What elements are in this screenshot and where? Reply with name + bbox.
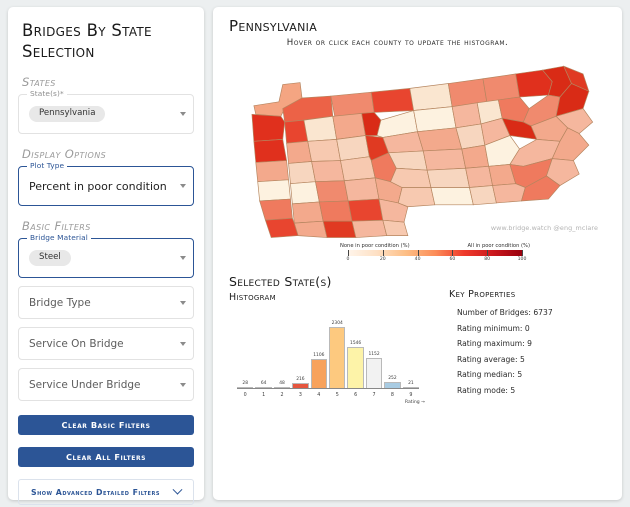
plot-type-value: Percent in poor condition: [29, 179, 167, 193]
histogram-x-tick: 6: [354, 393, 358, 398]
histogram-bar-slot[interactable]: 1546: [347, 341, 364, 389]
chevron-down-icon[interactable]: [180, 300, 186, 305]
histogram-x-axis-title: Rating →: [404, 400, 425, 405]
histogram-heading: Histogram: [229, 292, 276, 303]
app-title: Bridges By State Selection: [22, 21, 152, 62]
key-properties-column: Key Properties Number of Bridges: 6737 Ra…: [427, 274, 610, 401]
histogram-bar-value: 1546: [350, 341, 362, 347]
show-advanced-filters-label: Show Advanced Detailed Filters: [31, 487, 160, 497]
histogram-x-axis: [237, 388, 419, 389]
service-under-bridge-placeholder: Service Under Bridge: [29, 378, 141, 391]
histogram-bar[interactable]: [365, 358, 383, 389]
lower-section: Selected State(s) Histogram 28 64 48 216 110…: [225, 274, 610, 405]
chevron-down-icon[interactable]: [180, 184, 186, 189]
histogram-bar[interactable]: [329, 327, 346, 389]
colorbar-tick: 80: [484, 257, 491, 262]
plot-type-select[interactable]: Plot Type Percent in poor condition: [18, 161, 194, 207]
pennsylvania-map-svg[interactable]: [225, 50, 610, 248]
main-panel: Pennsylvania Hover or click each county …: [213, 7, 622, 500]
colorbar-left-label: None in poor condition (%): [340, 243, 410, 249]
key-property-row: Rating minimum: 0: [457, 323, 530, 333]
histogram-bar-slot[interactable]: 1152: [365, 352, 383, 389]
chip-steel[interactable]: Steel: [29, 250, 71, 267]
histogram-column: Selected State(s) Histogram 28 64 48 216 110…: [229, 274, 427, 405]
clear-basic-filters-button[interactable]: Clear Basic Filters: [18, 415, 194, 436]
histogram-x-tick: 7: [372, 393, 376, 398]
histogram-bar-slot[interactable]: 2304: [329, 321, 346, 389]
section-label-states: States: [22, 75, 56, 90]
key-property-row: Rating median: 5: [457, 370, 523, 379]
key-property-row: Rating average: 5: [457, 354, 525, 364]
histogram-bar-value: 252: [388, 376, 397, 382]
rating-histogram[interactable]: 28 64 48 216 1106 2304 1546 1152 252 21 0 1 2 3 4 5 6 7 8…: [229, 311, 427, 405]
map-watermark: www.bridge.watch @eng_mclare: [490, 224, 598, 232]
key-property-row: Rating mode: 5: [457, 385, 516, 395]
chip-pennsylvania[interactable]: Pennsylvania: [29, 106, 106, 123]
service-on-bridge-select[interactable]: Service On Bridge: [18, 327, 194, 361]
colorbar-ticks: 0 20 40 60 80 100: [346, 256, 527, 264]
histogram-x-tick: 4: [317, 393, 321, 398]
histogram-bar-value: 21: [408, 381, 414, 386]
app-root: Bridges By State Selection States State(…: [0, 0, 630, 507]
chevron-down-icon[interactable]: [180, 112, 186, 117]
map-instruction: Hover or click each county to update the…: [286, 38, 509, 48]
state-title: Pennsylvania: [229, 17, 318, 35]
histogram-x-tick: 9: [409, 393, 413, 398]
histogram-bar-value: 1152: [368, 352, 380, 357]
show-advanced-filters-button[interactable]: Show Advanced Detailed Filters: [18, 479, 194, 506]
histogram-bar-value: 2304: [331, 321, 343, 326]
colorbar-tick: 40: [414, 257, 421, 262]
histogram-bar-value: 216: [296, 377, 305, 383]
bridge-material-legend: Bridge Material: [27, 233, 91, 244]
chevron-down-icon: [172, 484, 183, 495]
states-select[interactable]: State(s)* Pennsylvania: [18, 89, 194, 135]
colorbar-labels: None in poor condition (%) All in poor c…: [340, 243, 530, 249]
chevron-down-icon[interactable]: [180, 256, 186, 261]
histogram-bar-value: 64: [260, 381, 267, 386]
key-property-row: Number of Bridges: 6737: [457, 308, 553, 317]
bridge-material-select[interactable]: Bridge Material Steel: [18, 233, 194, 279]
histogram-bars: 28 64 48 216 1106 2304 1546 1152 252 21: [237, 315, 420, 389]
key-property-row: Rating maximum: 9: [457, 339, 532, 348]
key-properties-list: Number of Bridges: 6737 Rating minimum: 0…: [449, 308, 610, 395]
bridge-material-value-wrap: Steel: [29, 250, 174, 267]
county-shapes[interactable]: [251, 65, 594, 238]
service-on-bridge-placeholder: Service On Bridge: [29, 337, 124, 350]
colorbar-tick: 100: [517, 257, 527, 262]
plot-type-legend: Plot Type: [27, 161, 68, 172]
clear-all-filters-button[interactable]: Clear All Filters: [18, 447, 194, 468]
histogram-bar-value: 1106: [313, 353, 325, 359]
histogram-bar[interactable]: [310, 359, 328, 389]
histogram-bar-slot[interactable]: 1106: [310, 353, 328, 389]
selected-states-heading: Selected State(s): [229, 274, 332, 289]
key-properties-heading: Key Properties: [449, 289, 516, 300]
chevron-down-icon[interactable]: [180, 382, 186, 387]
section-label-display-options: Display Options: [22, 147, 107, 162]
choropleth-map[interactable]: www.bridge.watch @eng_mclare None in poo…: [225, 50, 610, 262]
colorbar-tick: 60: [449, 257, 456, 262]
map-colorbar: None in poor condition (%) All in poor c…: [340, 243, 530, 264]
states-legend: State(s)*: [27, 89, 67, 100]
histogram-x-tick: 1: [262, 393, 266, 398]
histogram-x-tick: 8: [390, 393, 394, 398]
histogram-x-tick: 5: [335, 393, 339, 398]
chevron-down-icon[interactable]: [180, 341, 186, 346]
histogram-bar-value: 28: [242, 381, 248, 386]
histogram-x-tick: 3: [298, 393, 302, 398]
service-under-bridge-select[interactable]: Service Under Bridge: [18, 368, 194, 402]
bridge-type-placeholder: Bridge Type: [29, 296, 91, 309]
histogram-bar-value: 48: [279, 381, 285, 386]
section-label-basic-filters: Basic Filters: [22, 219, 91, 234]
histogram-x-tick: 0: [243, 393, 247, 398]
histogram-x-tick: 2: [280, 393, 284, 398]
filters-sidebar: Bridges By State Selection States State(…: [8, 7, 204, 506]
bridge-type-select[interactable]: Bridge Type: [18, 286, 194, 320]
colorbar-tick: 20: [379, 257, 386, 262]
states-value-wrap: Pennsylvania: [29, 106, 174, 123]
histogram-bar[interactable]: [347, 347, 364, 389]
histogram-x-ticks: 0 1 2 3 4 5 6 7 8 9: [237, 393, 419, 398]
colorbar-right-label: All in poor condition (%): [467, 243, 531, 249]
colorbar-tick: 0: [346, 257, 350, 262]
